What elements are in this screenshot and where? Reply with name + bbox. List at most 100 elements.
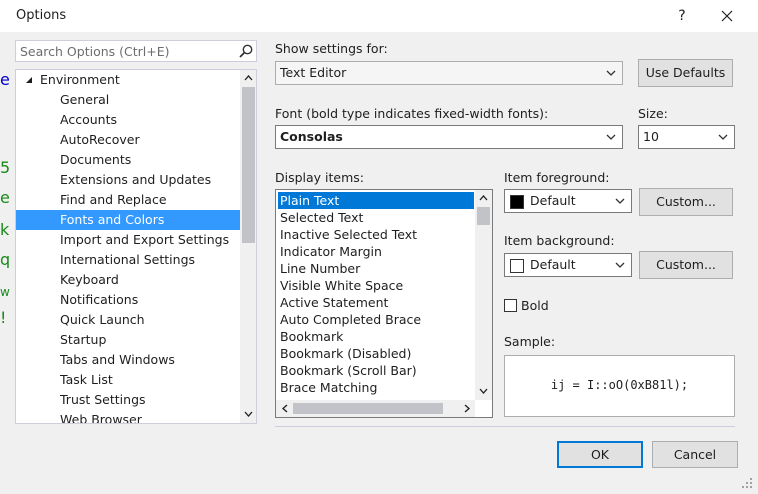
options-tree[interactable]: Environment General Accounts AutoRecover Do… (15, 69, 257, 424)
tree-item-label: Startup (60, 332, 107, 347)
display-item[interactable]: Bookmark (Disabled) (278, 345, 474, 362)
sample-preview: ij = I::oO(0xB81l); (504, 355, 735, 417)
tree-item[interactable]: International Settings (16, 250, 240, 270)
scroll-left-arrow-icon[interactable] (276, 400, 293, 417)
ok-button[interactable]: OK (557, 441, 643, 468)
tree-item-label: Environment (40, 72, 120, 87)
scroll-down-arrow-icon[interactable] (475, 383, 492, 400)
bleed-character: w (0, 285, 10, 299)
separator (275, 426, 735, 427)
display-items-hscroll-thumb[interactable] (293, 403, 443, 414)
scroll-up-arrow-icon[interactable] (475, 190, 492, 207)
display-item[interactable]: Line Number (278, 260, 474, 277)
item-foreground-label: Item foreground: (504, 170, 610, 185)
size-value: 10 (643, 129, 659, 144)
tree-item[interactable]: Import and Export Settings (16, 230, 240, 250)
item-background-value: Default (530, 257, 576, 272)
tree-item-label: Accounts (60, 112, 117, 127)
item-background-combo[interactable]: Default (504, 253, 632, 277)
tree-item[interactable]: Fonts and Colors (16, 210, 240, 230)
font-value: Consolas (280, 129, 343, 144)
scroll-up-arrow-icon[interactable] (240, 70, 256, 87)
use-defaults-button[interactable]: Use Defaults (638, 59, 733, 87)
chevron-down-icon (718, 134, 728, 140)
tree-item-label: General (60, 92, 110, 107)
search-icon[interactable] (238, 43, 254, 59)
tree-item[interactable]: Documents (16, 150, 240, 170)
tree-item-label: Find and Replace (60, 192, 167, 207)
help-button[interactable]: ? (670, 4, 694, 28)
background-custom-button[interactable]: Custom... (639, 251, 733, 279)
scroll-right-arrow-icon[interactable] (458, 400, 475, 417)
show-settings-combo[interactable]: Text Editor (275, 61, 623, 85)
item-foreground-value: Default (530, 193, 576, 208)
chevron-down-icon (615, 262, 625, 268)
tree-item-label: Web Browser (60, 412, 142, 424)
display-item[interactable]: Visible White Space (278, 277, 474, 294)
tree-item[interactable]: Quick Launch (16, 310, 240, 330)
resize-grip-icon[interactable] (740, 476, 754, 490)
bleed-character: 5 (0, 160, 10, 176)
background-color-swatch (510, 259, 524, 273)
display-items-list[interactable]: Plain Text Selected Text Inactive Selected… (275, 189, 493, 418)
display-items-hscrollbar[interactable] (276, 400, 475, 417)
display-item[interactable]: Auto Completed Brace (278, 311, 474, 328)
tree-item[interactable]: Notifications (16, 290, 240, 310)
tree-item[interactable]: Startup (16, 330, 240, 350)
tree-item[interactable]: Trust Settings (16, 390, 240, 410)
display-item[interactable]: Inactive Selected Text (278, 226, 474, 243)
font-label: Font (bold type indicates fixed-width fo… (275, 106, 549, 121)
tree-item[interactable]: General (16, 90, 240, 110)
display-items-vscrollbar[interactable] (475, 190, 492, 400)
font-combo[interactable]: Consolas (275, 125, 623, 149)
tree-item[interactable]: AutoRecover (16, 130, 240, 150)
close-icon (721, 10, 733, 22)
tree-item[interactable]: Keyboard (16, 270, 240, 290)
tree-item-label: Fonts and Colors (60, 212, 165, 227)
tree-item[interactable]: Web Browser (16, 410, 240, 424)
display-item[interactable]: Bookmark (Scroll Bar) (278, 362, 474, 379)
tree-scroll-thumb[interactable] (242, 87, 255, 243)
bleed-character: k (0, 222, 10, 238)
display-item[interactable]: Bookmark (278, 328, 474, 345)
display-item[interactable]: Plain Text (278, 192, 474, 209)
chevron-down-icon (606, 70, 616, 76)
display-item[interactable]: Active Statement (278, 294, 474, 311)
size-label: Size: (638, 106, 668, 121)
sample-label: Sample: (504, 334, 556, 349)
display-items-label: Display items: (275, 170, 365, 185)
title-bar (0, 0, 758, 32)
tree-scrollbar[interactable] (240, 70, 256, 423)
foreground-custom-button[interactable]: Custom... (639, 188, 733, 216)
close-button[interactable] (714, 4, 740, 28)
display-item[interactable]: Brace Matching (278, 379, 474, 396)
tree-item-label: Quick Launch (60, 312, 145, 327)
tree-item-environment[interactable]: Environment (16, 70, 240, 90)
sample-text: ij = I::oO(0xB81l); (550, 378, 689, 392)
show-settings-label: Show settings for: (275, 41, 388, 56)
tree-item[interactable]: Find and Replace (16, 190, 240, 210)
tree-item-label: AutoRecover (60, 132, 140, 147)
chevron-down-icon (606, 134, 616, 140)
tree-item[interactable]: Accounts (16, 110, 240, 130)
bold-checkbox[interactable] (504, 299, 517, 312)
tree-item-label: Tabs and Windows (60, 352, 175, 367)
search-box[interactable] (15, 40, 257, 62)
display-item[interactable]: Indicator Margin (278, 243, 474, 260)
cancel-button[interactable]: Cancel (652, 441, 738, 468)
tree-item[interactable]: Task List (16, 370, 240, 390)
bleed-character: e (0, 190, 10, 206)
bold-label[interactable]: Bold (521, 298, 549, 313)
bleed-character: ! (0, 310, 7, 326)
display-item[interactable]: Selected Text (278, 209, 474, 226)
display-items-scroll-thumb[interactable] (477, 207, 490, 225)
scroll-down-arrow-icon[interactable] (240, 406, 256, 423)
size-combo[interactable]: 10 (638, 125, 735, 149)
collapse-triangle-icon[interactable] (25, 76, 33, 84)
tree-item-label: Import and Export Settings (60, 232, 230, 247)
show-settings-value: Text Editor (280, 65, 347, 80)
search-input[interactable] (16, 41, 234, 61)
item-foreground-combo[interactable]: Default (504, 189, 632, 213)
tree-item[interactable]: Tabs and Windows (16, 350, 240, 370)
tree-item[interactable]: Extensions and Updates (16, 170, 240, 190)
